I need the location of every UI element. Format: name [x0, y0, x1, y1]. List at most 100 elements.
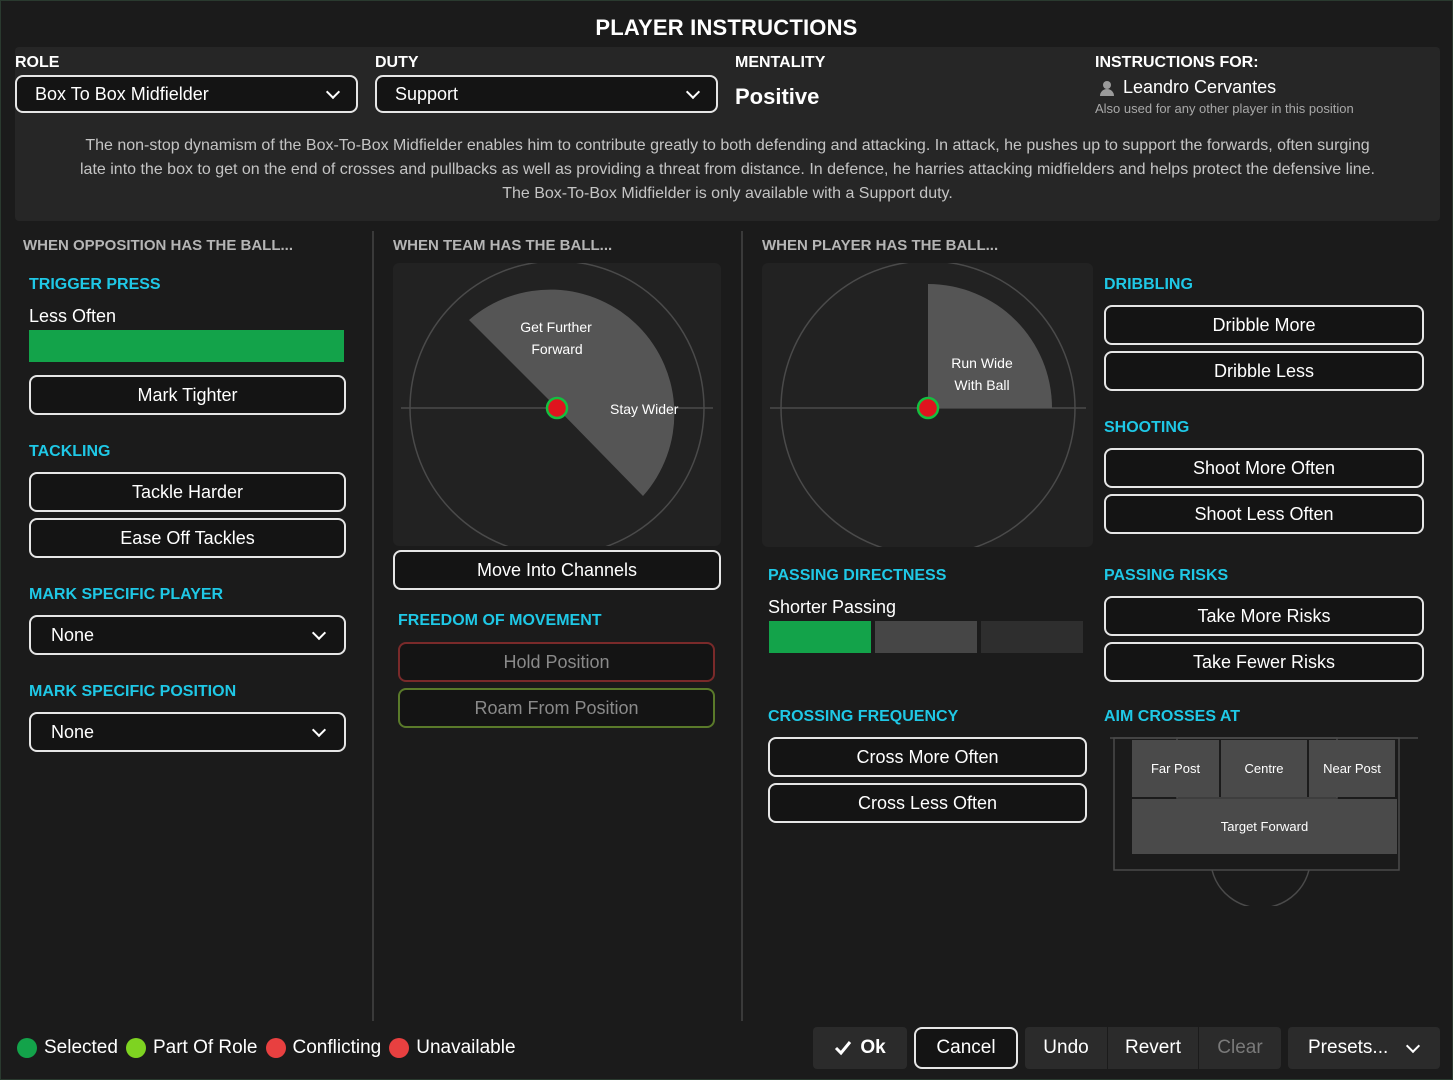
cross-more-often-button[interactable]: Cross More Often — [768, 737, 1087, 777]
near-post-zone[interactable]: Near Post — [1309, 740, 1395, 797]
chevron-down-icon — [685, 84, 701, 99]
legend-conflicting: Conflicting — [265, 1037, 382, 1059]
legend-unavailable: Unavailable — [389, 1037, 516, 1059]
player-movement-pitch[interactable]: Run Wide With Ball — [762, 263, 1093, 547]
dribbling-heading: DRIBBLING — [1104, 276, 1193, 293]
selected-dot-icon — [17, 1038, 37, 1058]
mark-specific-player-dropdown[interactable]: None — [29, 615, 346, 655]
passing-directness-heading: PASSING DIRECTNESS — [768, 567, 947, 584]
clear-button[interactable]: Clear — [1199, 1027, 1281, 1069]
mark-specific-position-dropdown[interactable]: None — [29, 712, 346, 752]
mark-position-value: None — [51, 721, 95, 742]
chevron-down-icon — [1405, 1038, 1421, 1053]
revert-button[interactable]: Revert — [1108, 1027, 1198, 1069]
part-of-role-dot-icon — [125, 1038, 146, 1058]
tackling-heading: TACKLING — [29, 443, 111, 460]
run-wide-label-2: With Ball — [954, 377, 1009, 393]
mark-tighter-button[interactable]: Mark Tighter — [29, 375, 346, 415]
legend-selected-label: Selected — [44, 1037, 118, 1058]
crossing-frequency-heading: CROSSING FREQUENCY — [768, 708, 959, 725]
mentality-label: MENTALITY — [735, 54, 826, 71]
mentality-value: Positive — [735, 84, 820, 109]
dribble-less-button[interactable]: Dribble Less — [1104, 351, 1424, 391]
player-position-marker — [916, 396, 940, 420]
mark-player-value: None — [51, 624, 95, 645]
hold-position-button[interactable]: Hold Position — [398, 642, 715, 682]
tackle-harder-button[interactable]: Tackle Harder — [29, 472, 346, 512]
unavailable-dot-icon — [389, 1038, 410, 1058]
player-ball-heading: WHEN PLAYER HAS THE BALL... — [762, 237, 999, 254]
roam-from-position-button[interactable]: Roam From Position — [398, 688, 715, 728]
dribble-more-button[interactable]: Dribble More — [1104, 305, 1424, 345]
ok-button[interactable]: Ok — [813, 1027, 907, 1069]
shoot-more-often-button[interactable]: Shoot More Often — [1104, 448, 1424, 488]
role-description: The non-stop dynamism of the Box-To-Box … — [31, 134, 1424, 206]
ease-off-tackles-button[interactable]: Ease Off Tackles — [29, 518, 346, 558]
get-further-forward-label-2: Forward — [531, 341, 582, 357]
opposition-heading: WHEN OPPOSITION HAS THE BALL... — [23, 237, 294, 254]
ok-label: Ok — [860, 1037, 886, 1058]
take-more-risks-button[interactable]: Take More Risks — [1104, 596, 1424, 636]
presets-button[interactable]: Presets... — [1288, 1027, 1440, 1069]
player-instructions-window: PLAYER INSTRUCTIONS ROLE Box To Box Midf… — [0, 0, 1453, 1080]
legend-conflicting-label: Conflicting — [292, 1037, 382, 1058]
shooting-heading: SHOOTING — [1104, 419, 1190, 436]
duty-label: DUTY — [375, 54, 419, 71]
duty-dropdown[interactable]: Support — [375, 75, 718, 113]
description-line: The Box-To-Box Midfielder is only availa… — [502, 185, 953, 202]
description-line: The non-stop dynamism of the Box-To-Box … — [85, 137, 1370, 154]
checkmark-icon — [835, 1041, 852, 1056]
column-divider — [741, 231, 743, 1021]
undo-button[interactable]: Undo — [1025, 1027, 1107, 1069]
legend-selected: Selected — [17, 1037, 118, 1059]
centre-zone[interactable]: Centre — [1221, 740, 1307, 797]
window-title: PLAYER INSTRUCTIONS — [595, 15, 858, 40]
description-line: late into the box to get on the end of c… — [80, 161, 1375, 178]
role-dropdown[interactable]: Box To Box Midfielder — [15, 75, 358, 113]
aim-crosses-pitch: Far Post Centre Near Post Target Forward — [1104, 736, 1421, 906]
trigger-press-slider[interactable] — [29, 330, 344, 362]
mark-specific-player-heading: MARK SPECIFIC PLAYER — [29, 586, 224, 603]
trigger-press-value: Less Often — [29, 306, 117, 326]
player-position-marker — [545, 396, 569, 420]
chevron-down-icon — [311, 625, 327, 640]
freedom-of-movement-heading: FREEDOM OF MOVEMENT — [398, 612, 602, 629]
aim-crosses-heading: AIM CROSSES AT — [1104, 708, 1241, 725]
cross-less-often-button[interactable]: Cross Less Often — [768, 783, 1087, 823]
passing-directness-segment[interactable] — [875, 621, 977, 653]
legend-unavailable-label: Unavailable — [416, 1037, 516, 1058]
passing-directness-segment[interactable] — [769, 621, 871, 653]
player-name-text: Leandro Cervantes — [1123, 77, 1277, 97]
far-post-zone[interactable]: Far Post — [1132, 740, 1219, 797]
team-heading: WHEN TEAM HAS THE BALL... — [393, 237, 613, 254]
pitch-diagram: Run Wide With Ball — [770, 263, 1086, 547]
trigger-press-heading: TRIGGER PRESS — [29, 276, 161, 293]
team-movement-pitch[interactable]: Get Further Forward Stay Wider — [393, 263, 721, 546]
passing-directness-value: Shorter Passing — [768, 597, 897, 617]
move-into-channels-button[interactable]: Move Into Channels — [393, 550, 721, 590]
shoot-less-often-button[interactable]: Shoot Less Often — [1104, 494, 1424, 534]
target-forward-zone[interactable]: Target Forward — [1132, 799, 1397, 854]
mark-specific-position-heading: MARK SPECIFIC POSITION — [29, 683, 237, 700]
run-wide-label: Run Wide — [951, 355, 1013, 371]
conflicting-dot-icon — [265, 1038, 286, 1058]
role-value: Box To Box Midfielder — [35, 83, 209, 104]
pitch-diagram: Get Further Forward Stay Wider — [401, 263, 713, 546]
role-label: ROLE — [15, 54, 60, 71]
instructions-for-label: INSTRUCTIONS FOR: — [1095, 54, 1259, 71]
stay-wider-label: Stay Wider — [610, 401, 679, 417]
person-icon — [1099, 80, 1115, 96]
take-fewer-risks-button[interactable]: Take Fewer Risks — [1104, 642, 1424, 682]
passing-directness-segment[interactable] — [981, 621, 1083, 653]
column-divider — [372, 231, 374, 1021]
get-further-forward-label: Get Further — [520, 319, 592, 335]
chevron-down-icon — [311, 722, 327, 737]
cancel-button[interactable]: Cancel — [914, 1027, 1018, 1069]
duty-value: Support — [395, 83, 459, 104]
instructions-note: Also used for any other player in this p… — [1095, 101, 1354, 116]
player-name[interactable]: Leandro Cervantes — [1099, 77, 1276, 98]
legend-part-of-role-label: Part Of Role — [152, 1037, 258, 1058]
presets-label: Presets... — [1308, 1037, 1389, 1058]
passing-risks-heading: PASSING RISKS — [1104, 567, 1229, 584]
legend: Selected Part Of Role Conflicting Unavai… — [17, 1037, 524, 1059]
